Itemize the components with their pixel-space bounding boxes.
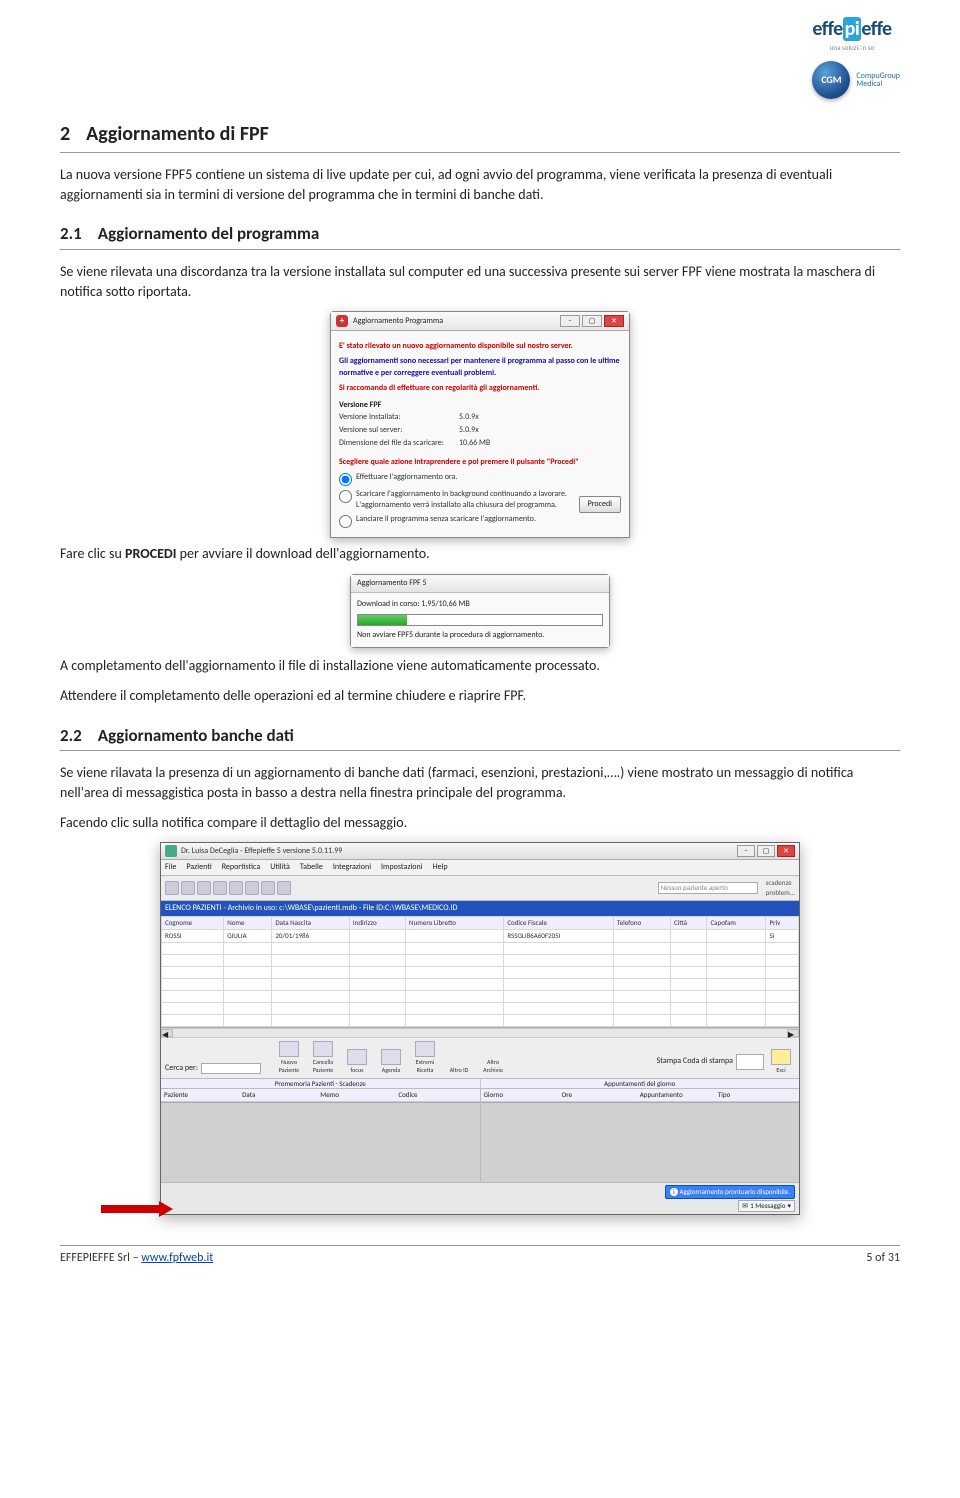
table-row[interactable]: ROSSIGIULIA20/01/1986 RSSGLI86A60F205I S… (162, 929, 799, 942)
agenda-button[interactable]: Agenda (377, 1049, 405, 1074)
message-count[interactable]: ✉ 1 Messaggio ▾ (738, 1200, 795, 1212)
ricetta-button[interactable]: Estremi Ricetta (411, 1041, 439, 1075)
menu-tabelle[interactable]: Tabelle (300, 862, 323, 873)
close-button[interactable]: ✕ (777, 845, 795, 857)
maximize-button[interactable]: ▢ (757, 845, 775, 857)
dialog-title: Aggiornamento Programma (353, 316, 558, 327)
tab-scadenze[interactable]: scadenze (760, 878, 795, 888)
update-dialog: + Aggiornamento Programma – ▢ ✕ E' stato… (330, 311, 630, 538)
horizontal-scrollbar[interactable]: ◀▶ (161, 1028, 799, 1038)
altro-id-button[interactable]: Altro ID (445, 1066, 473, 1074)
heading-2-2: 2.2Aggiornamento banche dati (60, 724, 900, 748)
window-title: Dr. Luisa DeCeglia - Effepieffe 5 versio… (181, 846, 735, 857)
footer-link[interactable]: www.fpfweb.it (141, 1251, 213, 1265)
menu-utilita[interactable]: Utilità (270, 862, 290, 873)
toolbar-icon[interactable] (165, 881, 179, 895)
toolbar-icon[interactable] (213, 881, 227, 895)
new-patient-button[interactable]: Nuovo Paziente (275, 1041, 303, 1075)
paragraph: Attendere il completamento delle operazi… (60, 686, 900, 706)
paragraph: La nuova versione FPF5 contiene un siste… (60, 165, 900, 204)
page-footer: EFFEPIEFFE Srl – www.fpfweb.it 5 of 31 (60, 1245, 900, 1267)
patient-search[interactable]: Nessun paziente aperto (658, 882, 758, 894)
menu-file[interactable]: File (165, 862, 176, 873)
altro-archivio-button[interactable]: Altro Archivio (479, 1058, 507, 1075)
toolbar-icon[interactable] (197, 881, 211, 895)
logo-cgm: CGM CompuGroup Medical (812, 61, 900, 99)
print-queue-box[interactable] (736, 1054, 764, 1070)
toolbar-icon[interactable] (181, 881, 195, 895)
tab-problem[interactable]: problem... (760, 888, 795, 898)
mid-toolbar: Cerca per: Nuovo Paziente Cancella Pazie… (161, 1038, 799, 1079)
main-app-window: Dr. Luisa DeCeglia - Effepieffe 5 versio… (160, 842, 800, 1215)
toolbar-icon[interactable] (261, 881, 275, 895)
app-icon: + (336, 315, 348, 327)
menu-integrazioni[interactable]: Integrazioni (333, 862, 371, 873)
toolbar-icon[interactable] (229, 881, 243, 895)
menu-impostazioni[interactable]: Impostazioni (381, 862, 423, 873)
focus-button[interactable]: focus (343, 1049, 371, 1074)
heading-2: 2Aggiornamento di FPF (60, 120, 900, 148)
radio-skip[interactable]: Lanciare il programma senza scaricare l'… (339, 514, 621, 528)
menu-help[interactable]: Help (433, 862, 448, 873)
menu-reportistica[interactable]: Reportistica (222, 862, 261, 873)
paragraph: Fare clic su PROCEDI per avviare il down… (60, 544, 900, 564)
maximize-button[interactable]: ▢ (582, 315, 602, 327)
progress-label: Download in corso: 1,95/10,66 MB (357, 599, 603, 610)
appointments-pane: GiornoOre AppuntamentoTipo (480, 1089, 800, 1182)
progress-bar (357, 614, 603, 626)
paragraph: Se viene rilevata una discordanza tra la… (60, 262, 900, 301)
update-notification[interactable]: i Aggiornamento prontuario disponibile. (665, 1185, 795, 1199)
close-button[interactable]: ✕ (604, 315, 624, 327)
toolbar: Nessun paziente aperto scadenze problem.… (161, 876, 799, 901)
status-bar: i Aggiornamento prontuario disponibile. … (161, 1182, 799, 1214)
radio-update-now[interactable]: Effettuare l'aggiornamento ora. (339, 472, 621, 486)
header-logos: effepieffe una soluzi∴n so CGM CompuGrou… (812, 15, 900, 99)
reminders-pane: PazienteData MemoCodice (161, 1089, 480, 1182)
progress-note: Non avviare FPF5 durante la procedura di… (357, 630, 603, 641)
radio-background[interactable]: Scaricare l'aggiornamento in background … (339, 489, 621, 511)
search-input[interactable] (201, 1063, 261, 1074)
logo-effepieffe: effepieffe una soluzi∴n so (812, 15, 891, 53)
esci-button[interactable]: Esci (767, 1049, 795, 1074)
delete-patient-button[interactable]: Cancella Paziente (309, 1041, 337, 1075)
path-bar: ELENCO PAZIENTI - Archivio in uso: c:\WB… (161, 901, 799, 916)
annotation-arrow (101, 1202, 181, 1216)
paragraph: Facendo clic sulla notifica compare il d… (60, 813, 900, 833)
heading-2-1: 2.1Aggiornamento del programma (60, 222, 900, 246)
progress-dialog: Aggiornamento FPF 5 Download in corso: 1… (350, 574, 610, 649)
paragraph: Se viene rilavata la presenza di un aggi… (60, 763, 900, 802)
app-icon (165, 845, 177, 857)
patient-grid[interactable]: CognomeNomeData Nascita IndirizzoNumero … (161, 916, 799, 1028)
paragraph: A completamento dell'aggiornamento il fi… (60, 656, 900, 676)
menu-pazienti[interactable]: Pazienti (186, 862, 211, 873)
minimize-button[interactable]: – (560, 315, 580, 327)
menu-bar[interactable]: File Pazienti Reportistica Utilità Tabel… (161, 860, 799, 876)
page-number: 5 of 31 (866, 1250, 900, 1267)
minimize-button[interactable]: – (737, 845, 755, 857)
dialog-title: Aggiornamento FPF 5 (351, 575, 609, 593)
toolbar-icon[interactable] (245, 881, 259, 895)
toolbar-icon[interactable] (277, 881, 291, 895)
